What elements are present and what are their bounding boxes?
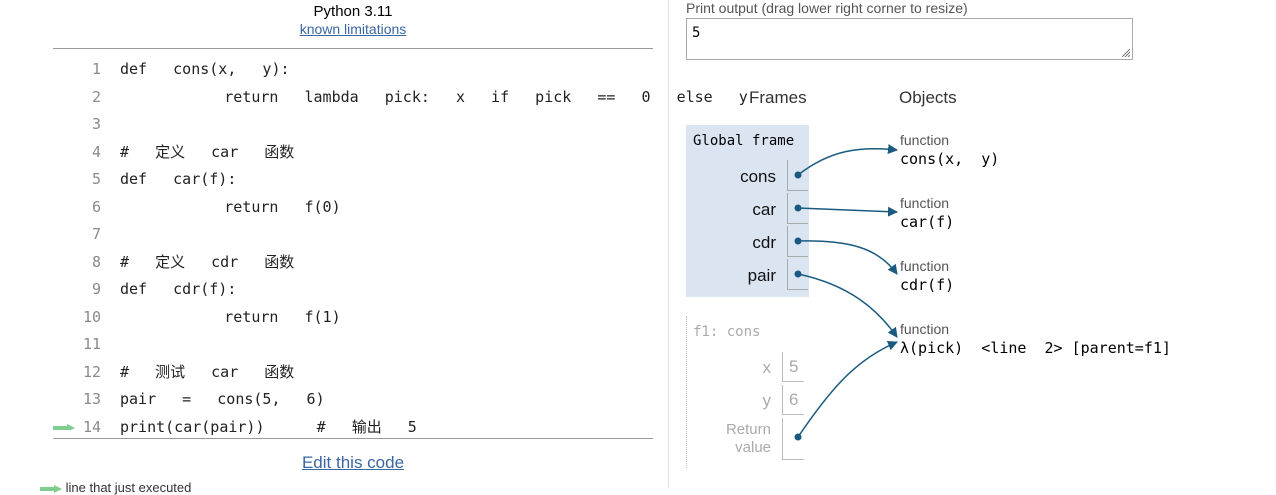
line-number: 2 — [91, 87, 101, 106]
global-frame-title: Global frame — [693, 133, 795, 149]
object-lambda-type: function — [900, 321, 950, 337]
object-lambda-value: λ(pick) <line 2> [parent=f1] — [900, 339, 1171, 357]
line-number: 7 — [91, 225, 101, 243]
f1-value-x: 5 — [782, 352, 804, 382]
code-line: 5 def car(f): — [53, 166, 663, 194]
global-frame: Global frame cons car cdr pair — [686, 125, 809, 297]
code-line: 12 # 测试 car 函数 — [53, 359, 663, 387]
code-text: return f(0) — [120, 197, 341, 216]
code-line: 1 def cons(x, y): — [53, 56, 663, 84]
python-version-title: Python 3.11 — [313, 3, 393, 20]
object-cdr-value: cdr(f) — [900, 276, 955, 294]
objects-header: Objects — [899, 88, 957, 107]
code-text: def car(f): — [120, 170, 237, 188]
arrow-pair — [797, 273, 898, 338]
code-text: # 定义 car 函数 — [120, 142, 295, 161]
code-line: 9 def cdr(f): — [53, 276, 663, 304]
line-number: 3 — [91, 115, 101, 133]
object-car-value: car(f) — [900, 213, 955, 231]
code-text: # 测试 car 函数 — [120, 362, 295, 381]
code-text: def cdr(f): — [120, 280, 237, 298]
global-var-cons: cons — [740, 167, 776, 186]
line-number: 11 — [82, 335, 101, 353]
line-number: 13 — [82, 390, 101, 408]
object-car-type: function — [900, 195, 950, 211]
code-text: pair = cons(5, 6) — [120, 390, 325, 408]
global-cell-car — [787, 193, 808, 224]
line-number: 10 — [82, 307, 101, 326]
code-top-divider — [53, 48, 653, 49]
code-bottom-divider — [53, 438, 653, 439]
resize-grip-icon[interactable] — [1122, 49, 1130, 57]
line-number: 6 — [91, 197, 101, 216]
f1-return-label-line2: value — [735, 439, 771, 456]
object-cons-type: function — [900, 132, 950, 148]
f1-return-label-line1: Return — [725, 421, 771, 438]
global-var-pair: pair — [747, 266, 776, 285]
print-output-text: 5 — [692, 25, 701, 41]
line-number: 12 — [82, 362, 101, 381]
line-number: 9 — [91, 280, 101, 298]
code-line: 13 pair = cons(5, 6) — [53, 386, 663, 414]
print-output-box[interactable]: 5 — [686, 18, 1133, 60]
known-limitations-container: known limitations — [0, 21, 706, 37]
code-line: 7 — [53, 221, 663, 249]
global-cell-pair — [787, 259, 808, 290]
global-cell-cdr — [787, 226, 808, 257]
edit-code-link[interactable]: Edit this code — [302, 453, 404, 472]
f1-value-y: 6 — [782, 385, 804, 415]
code-text: return f(1) — [120, 307, 341, 326]
frames-header: Frames — [749, 88, 807, 107]
object-cdr-type: function — [900, 258, 950, 274]
arrow-cons — [797, 144, 898, 176]
known-limitations-link[interactable]: known limitations — [300, 21, 407, 37]
line-number: 1 — [91, 60, 101, 78]
code-text: print(car(pair)) # 输出 5 — [120, 417, 417, 436]
print-output-label: Print output (drag lower right corner to… — [686, 0, 968, 16]
f1-frame-title: f1: cons — [693, 324, 761, 340]
legend-arrow-icon — [40, 484, 62, 493]
code-line: 6 return f(0) — [53, 194, 663, 222]
code-line: 3 — [53, 111, 663, 139]
global-cell-cons — [787, 160, 808, 191]
line-number: 5 — [91, 170, 101, 188]
arrow-cdr — [797, 240, 898, 275]
code-line: 10 return f(1) — [53, 304, 663, 332]
code-line: 11 — [53, 331, 663, 359]
arrow-car — [797, 206, 898, 217]
object-cons-value: cons(x, y) — [900, 150, 1000, 168]
code-line: 8 # 定义 cdr 函数 — [53, 249, 663, 277]
code-text: # 定义 cdr 函数 — [120, 252, 295, 271]
code-listing: 1 def cons(x, y): 2 return lambda pick: x … — [53, 56, 748, 442]
code-line: 2 return lambda pick: x if pick == 0 els… — [53, 84, 748, 112]
arrow-return-value — [797, 340, 898, 438]
global-var-car: car — [752, 200, 776, 219]
f1-var-x: x — [762, 358, 772, 377]
code-line: 14 print(car(pair)) # 输出 5 — [53, 414, 663, 442]
f1-var-y: y — [762, 391, 772, 410]
line-number: 14 — [82, 417, 101, 436]
line-number: 4 — [91, 142, 101, 161]
f1-return-cell — [782, 418, 804, 460]
code-line: 4 # 定义 car 函数 — [53, 139, 663, 167]
edit-code-container: Edit this code — [0, 453, 706, 473]
f1-return-label: Return value — [686, 421, 771, 457]
code-text: def cons(x, y): — [120, 60, 290, 78]
global-var-cdr: cdr — [752, 233, 776, 252]
code-text: return lambda pick: x if pick == 0 else … — [120, 87, 748, 106]
line-number: 8 — [91, 252, 101, 271]
pane-divider — [668, 0, 669, 488]
